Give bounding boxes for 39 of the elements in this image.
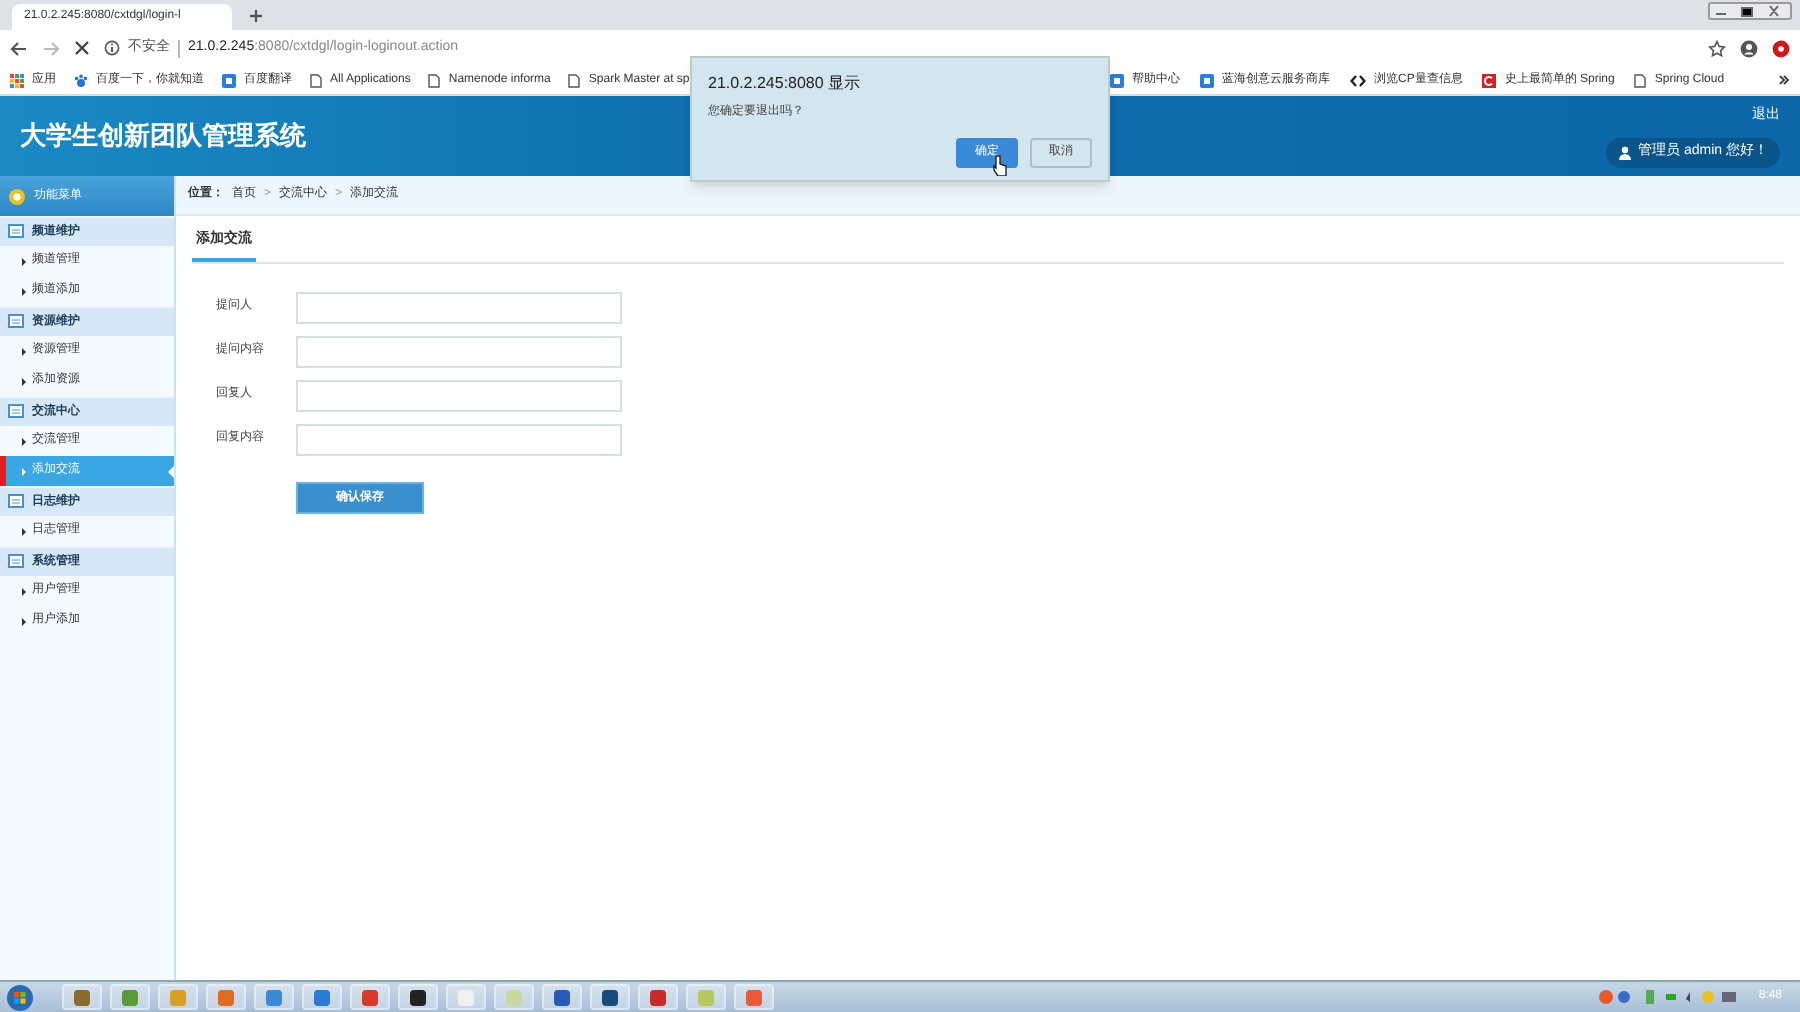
bookmark-square-icon — [1200, 73, 1214, 87]
account-icon[interactable] — [1740, 39, 1758, 57]
system-tray-icon[interactable] — [1598, 988, 1739, 1006]
window-controls-icon[interactable] — [1708, 2, 1792, 20]
input-field[interactable] — [296, 291, 622, 323]
taskbar-app-icon[interactable] — [602, 989, 618, 1005]
star-icon[interactable] — [1708, 39, 1726, 57]
app-title: 大学生创新团队管理系统 — [20, 118, 306, 155]
panel-icon — [8, 494, 24, 510]
new-tab-icon[interactable] — [248, 8, 264, 24]
input-field[interactable] — [296, 379, 622, 411]
page-icon — [428, 73, 441, 87]
menu-badge-icon — [8, 187, 26, 205]
bookmark-square-icon — [1110, 73, 1124, 87]
panel-icon — [8, 224, 24, 240]
paw-icon — [74, 73, 88, 87]
user-icon — [1618, 145, 1633, 160]
dialog-title: 21.0.2.245:8080 显示 — [708, 72, 863, 96]
taskbar-app-icon[interactable] — [410, 989, 426, 1005]
page-icon — [568, 73, 581, 87]
c-logo-icon — [1482, 73, 1497, 87]
bookmark-square-icon — [222, 73, 236, 87]
start-button[interactable] — [6, 983, 34, 1011]
apps-grid-icon — [10, 73, 24, 87]
code-brackets-icon — [1350, 73, 1366, 87]
extension-icon[interactable] — [1772, 39, 1790, 57]
page-icon — [1634, 73, 1647, 87]
panel-icon — [8, 404, 24, 420]
back-icon[interactable] — [10, 39, 28, 57]
panel-icon — [8, 314, 24, 330]
forward-icon[interactable] — [42, 39, 60, 57]
input-field[interactable] — [296, 335, 622, 367]
page-icon — [310, 73, 322, 87]
more-chevron-icon[interactable] — [1778, 74, 1790, 86]
panel-icon — [8, 554, 24, 570]
input-field[interactable] — [296, 423, 622, 455]
hand-cursor-icon — [992, 154, 1008, 176]
close-icon[interactable] — [74, 40, 90, 56]
info-icon[interactable] — [104, 40, 120, 56]
